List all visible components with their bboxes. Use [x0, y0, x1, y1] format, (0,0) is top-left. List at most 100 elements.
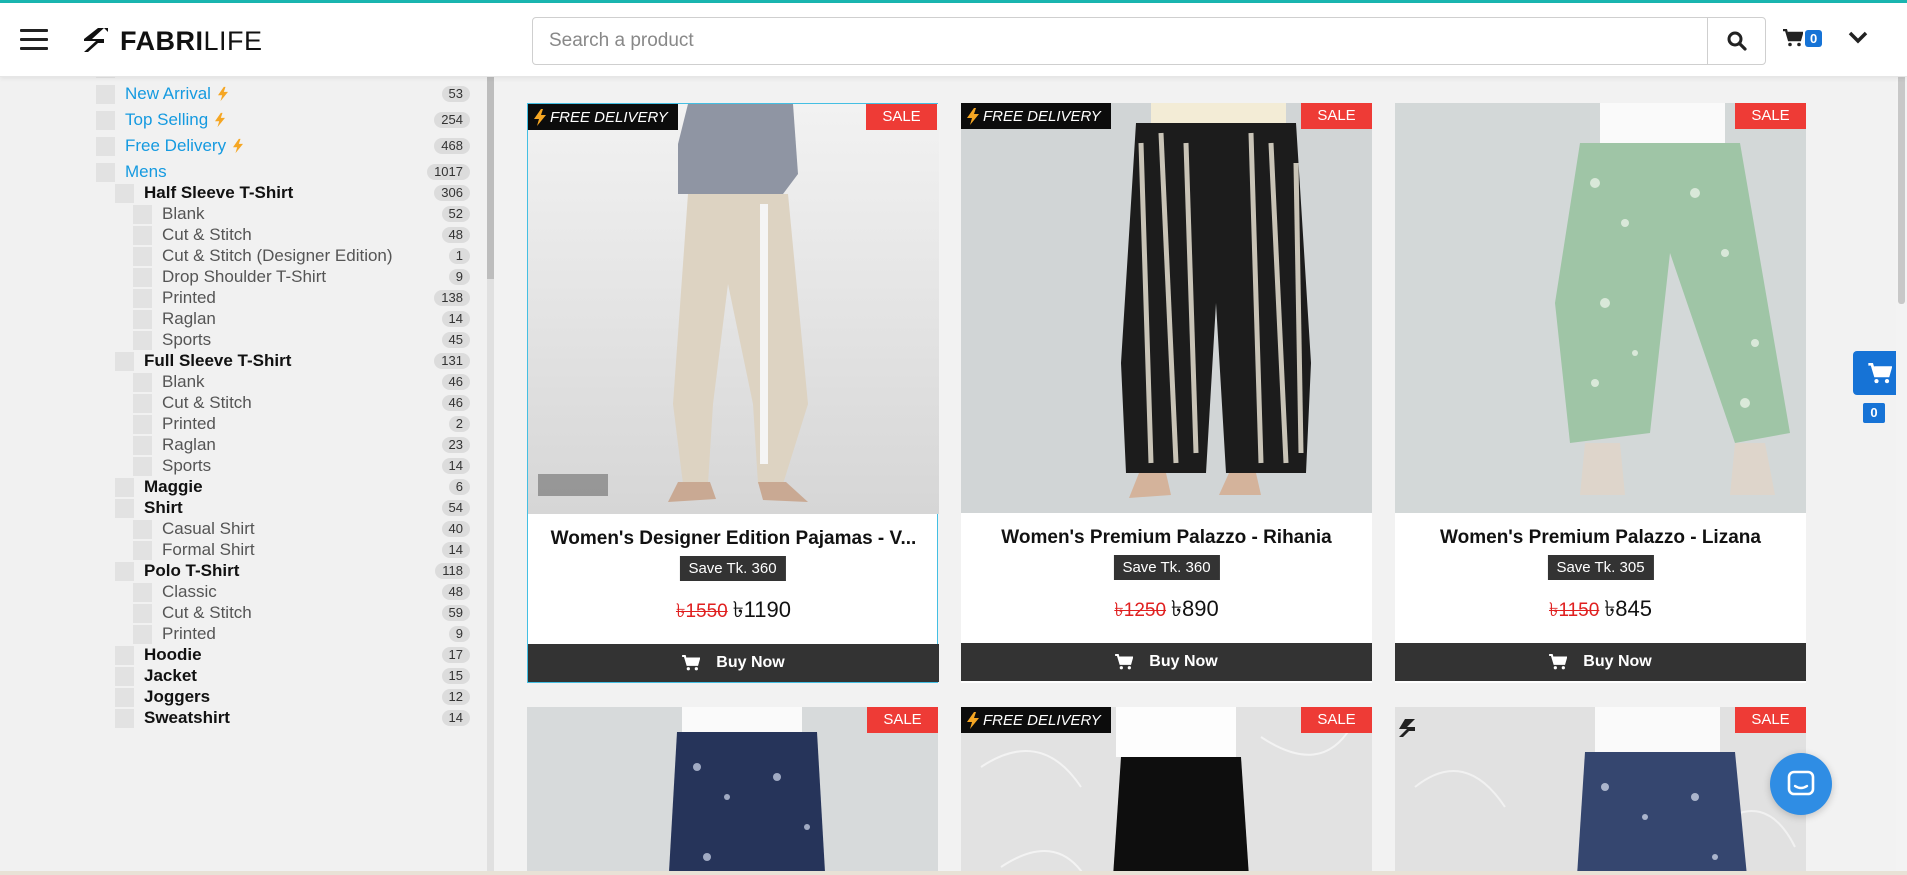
category-label[interactable]: Printed [162, 288, 216, 308]
category-checkbox[interactable] [115, 708, 134, 728]
buy-now-button[interactable]: Buy Now [961, 643, 1372, 681]
category-label[interactable]: Raglan [162, 435, 216, 455]
product-title[interactable]: Women's Premium Palazzo - Rihania [961, 527, 1372, 549]
category-label[interactable]: Raglan [162, 309, 216, 329]
category-label[interactable]: Sweatshirt [144, 708, 230, 728]
category-checkbox[interactable] [133, 288, 152, 308]
category-checkbox[interactable] [96, 77, 115, 78]
category-checkbox[interactable] [133, 393, 152, 413]
sidebar-category-item[interactable]: New Arrival 53 [96, 84, 494, 104]
product-card[interactable]: FREE DELIVERY SALE [961, 707, 1372, 875]
sidebar-scroll-thumb[interactable] [487, 77, 494, 279]
product-card[interactable]: SALE [527, 707, 938, 875]
category-checkbox[interactable] [133, 624, 152, 644]
category-label[interactable]: Blank [162, 204, 205, 224]
category-label[interactable]: Drop Shoulder T-Shirt [162, 267, 326, 287]
sidebar-category-item[interactable]: Cut & Stitch 59 [133, 603, 494, 623]
category-checkbox[interactable] [96, 136, 115, 156]
category-checkbox[interactable] [96, 162, 115, 182]
category-label[interactable]: Casual Shirt [162, 519, 255, 539]
category-checkbox[interactable] [133, 309, 152, 329]
category-label[interactable]: Printed [162, 624, 216, 644]
sidebar-category-item[interactable]: Printed 9 [133, 624, 494, 644]
category-label[interactable]: Top Selling [125, 110, 208, 130]
category-checkbox[interactable] [96, 84, 115, 104]
category-checkbox[interactable] [115, 477, 134, 497]
category-checkbox[interactable] [96, 110, 115, 130]
category-label[interactable]: Sports [162, 330, 211, 350]
category-label[interactable]: Cut & Stitch [162, 225, 252, 245]
chevron-down-icon[interactable] [1848, 31, 1868, 45]
category-checkbox[interactable] [115, 498, 134, 518]
category-label[interactable]: Blank [162, 372, 205, 392]
category-checkbox[interactable] [115, 183, 134, 203]
category-label[interactable]: Polo T-Shirt [144, 561, 239, 581]
menu-hamburger-icon[interactable] [20, 29, 48, 51]
category-label[interactable]: Mens [125, 162, 167, 182]
product-image[interactable] [1395, 103, 1806, 513]
category-label[interactable]: Sports [162, 456, 211, 476]
category-checkbox[interactable] [115, 666, 134, 686]
category-checkbox[interactable] [133, 582, 152, 602]
sidebar-category-item[interactable]: Casual Shirt 40 [133, 519, 494, 539]
sidebar-category-item[interactable]: Hoodie 17 [115, 645, 494, 665]
sidebar-category-item[interactable]: Free Delivery 468 [96, 136, 494, 156]
category-label[interactable]: Maggie [144, 477, 203, 497]
product-title[interactable]: Women's Premium Palazzo - Lizana [1395, 527, 1806, 549]
category-label[interactable]: Half Sleeve T-Shirt [144, 183, 293, 203]
category-label[interactable]: Jacket [144, 666, 197, 686]
category-checkbox[interactable] [133, 603, 152, 623]
sidebar-category-item[interactable]: Mens 1017 [96, 162, 494, 182]
product-image[interactable] [961, 103, 1372, 513]
category-checkbox[interactable] [133, 540, 152, 560]
category-label[interactable]: Shirt [144, 498, 183, 518]
sidebar-category-item[interactable]: Sweatshirt 14 [115, 708, 494, 728]
category-checkbox[interactable] [133, 456, 152, 476]
category-checkbox[interactable] [133, 372, 152, 392]
category-checkbox[interactable] [133, 225, 152, 245]
category-label[interactable]: New Arrival [125, 84, 211, 104]
chat-button[interactable] [1770, 753, 1832, 815]
sidebar-category-item[interactable]: Sports 14 [133, 456, 494, 476]
buy-now-button[interactable]: Buy Now [1395, 643, 1806, 681]
sidebar-category-item[interactable]: Raglan 23 [133, 435, 494, 455]
category-label[interactable]: Classic [162, 582, 217, 602]
sidebar-category-item[interactable]: Raglan 14 [133, 309, 494, 329]
sidebar-category-item[interactable]: Drop Shoulder T-Shirt 9 [133, 267, 494, 287]
sidebar-category-item[interactable]: Cut & Stitch 48 [133, 225, 494, 245]
sidebar-category-item[interactable]: Shirt 54 [115, 498, 494, 518]
product-image[interactable] [528, 104, 939, 514]
sidebar-category-item[interactable]: Jacket 15 [115, 666, 494, 686]
sidebar-category-item[interactable]: Printed 138 [133, 288, 494, 308]
category-label[interactable]: Hoodie [144, 645, 202, 665]
category-checkbox[interactable] [133, 519, 152, 539]
sidebar-category-item[interactable]: Top Selling 254 [96, 110, 494, 130]
category-checkbox[interactable] [133, 414, 152, 434]
sidebar-category-item[interactable]: Joggers 12 [115, 687, 494, 707]
product-card[interactable]: SALE Women's Premium Palazzo - Lizana Sa… [1395, 103, 1806, 683]
category-checkbox[interactable] [133, 435, 152, 455]
category-checkbox[interactable] [133, 204, 152, 224]
category-label[interactable]: Cut & Stitch [162, 393, 252, 413]
sidebar-category-item[interactable]: Blank 52 [133, 204, 494, 224]
sidebar-category-item[interactable]: Sports 45 [133, 330, 494, 350]
site-logo[interactable]: FABRILIFE [84, 25, 263, 57]
category-label[interactable]: Joggers [144, 687, 210, 707]
category-checkbox[interactable] [115, 561, 134, 581]
sidebar-category-item[interactable]: Maggie 6 [115, 477, 494, 497]
category-checkbox[interactable] [133, 330, 152, 350]
sidebar-category-item[interactable]: Half Sleeve T-Shirt 306 [115, 183, 494, 203]
sidebar-category-item[interactable]: Full Sleeve T-Shirt 131 [115, 351, 494, 371]
sidebar-category-item[interactable]: Cut & Stitch 46 [133, 393, 494, 413]
sidebar-category-item[interactable]: Cut & Stitch (Designer Edition) 1 [133, 246, 494, 266]
buy-now-button[interactable]: Buy Now [528, 644, 939, 682]
product-title[interactable]: Women's Designer Edition Pajamas - V... [528, 528, 939, 550]
category-label[interactable]: Free Delivery [125, 136, 226, 156]
product-card[interactable]: FREE DELIVERY SALE Women's Premium Palaz… [961, 103, 1372, 683]
header-cart-button[interactable]: 0 [1783, 29, 1823, 47]
category-label[interactable]: Cut & Stitch (Designer Edition) [162, 246, 393, 266]
category-checkbox[interactable] [133, 246, 152, 266]
sidebar-category-item[interactable]: Printed 2 [133, 414, 494, 434]
category-label[interactable]: Mega Deal [125, 77, 207, 78]
product-card[interactable]: FREE DELIVERY SALE Women's Designer Edit… [527, 103, 939, 683]
